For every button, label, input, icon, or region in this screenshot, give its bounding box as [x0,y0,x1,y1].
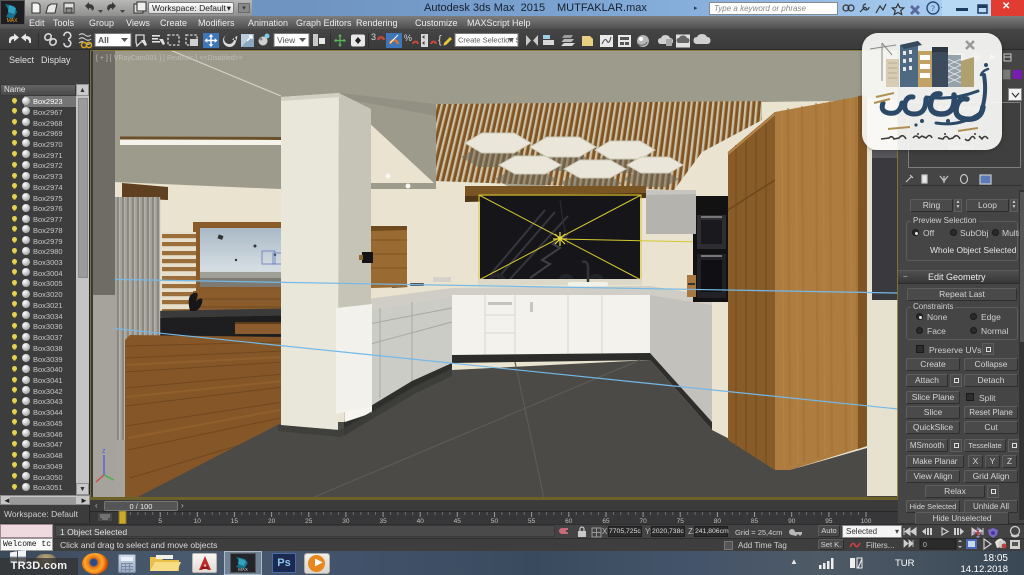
svg-text:0: 0 [923,542,927,549]
svg-text:3: 3 [371,32,376,42]
svg-text:[ + ] [ VRayCam001 ] [ Realist: [ + ] [ VRayCam001 ] [ Realistic ] <<Dis… [96,55,243,62]
svg-text:?: ? [931,4,935,13]
svg-text:z: z [102,448,106,455]
svg-text:MAX: MAX [7,18,19,24]
svg-text:%: % [404,33,412,43]
svg-text:All: All [98,35,109,45]
svg-text:MAX: MAX [238,567,248,572]
svg-text:{: { [438,34,442,46]
svg-text:View: View [277,35,296,45]
